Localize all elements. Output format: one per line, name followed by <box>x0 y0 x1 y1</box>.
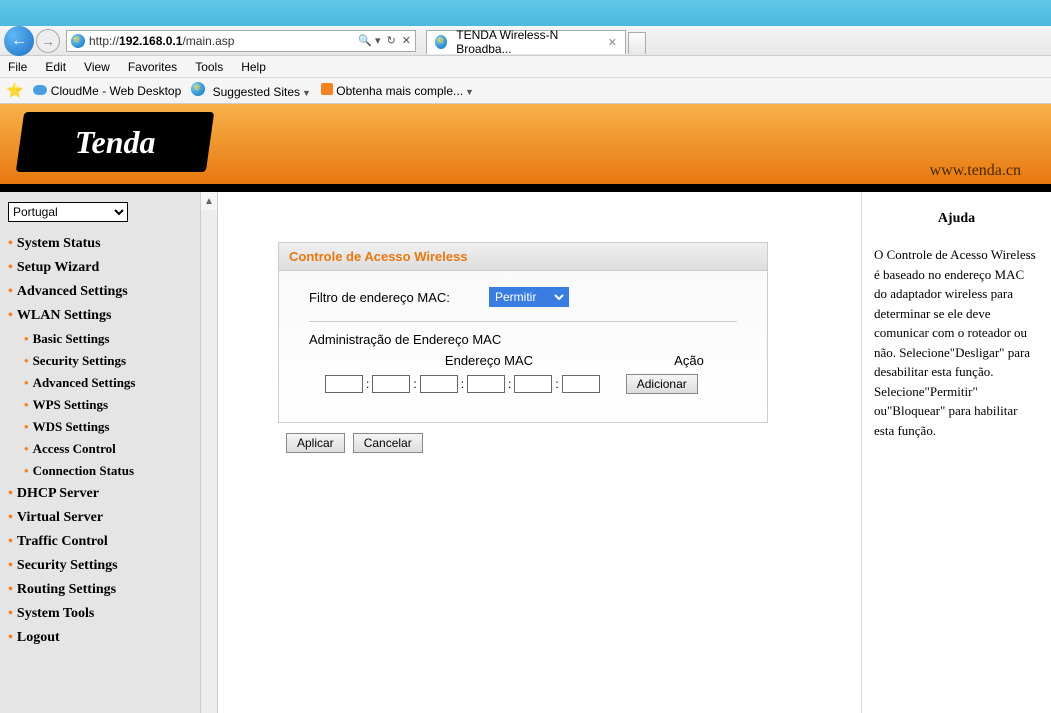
nav-logout[interactable]: Logout <box>8 626 192 650</box>
nav-security-settings-main[interactable]: Security Settings <box>8 554 192 578</box>
menu-edit[interactable]: Edit <box>45 60 66 74</box>
sidebar: Portugal System Status Setup Wizard Adva… <box>0 192 200 713</box>
header-separator <box>0 184 1051 192</box>
ie-icon <box>435 35 447 49</box>
address-bar[interactable]: http://192.168.0.1/main.asp 🔍 ▾ ↻ ✕ <box>66 30 416 52</box>
nav-basic-settings[interactable]: Basic Settings <box>24 328 192 350</box>
page-header: Tenda www.tenda.cn <box>0 104 1051 184</box>
nav-wds-settings[interactable]: WDS Settings <box>24 416 192 438</box>
language-select[interactable]: Portugal <box>8 202 128 222</box>
mac-octet-5[interactable] <box>514 375 552 393</box>
apply-button[interactable]: Aplicar <box>286 433 345 453</box>
mac-octet-6[interactable] <box>562 375 600 393</box>
help-body: O Controle de Acesso Wireless é baseado … <box>874 245 1039 440</box>
url-path: /main.asp <box>182 34 234 48</box>
tab-title: TENDA Wireless-N Broadba... <box>456 28 597 56</box>
tenda-logo: Tenda <box>16 112 214 172</box>
url-prefix: http:// <box>89 34 119 48</box>
nav-setup-wizard[interactable]: Setup Wizard <box>8 256 192 280</box>
col-action-header: Ação <box>639 353 739 368</box>
menu-help[interactable]: Help <box>241 60 266 74</box>
button-row: Aplicar Cancelar <box>278 433 801 453</box>
ie-icon <box>71 34 85 48</box>
mac-filter-select[interactable]: Permitir <box>489 287 569 307</box>
mac-octet-1[interactable] <box>325 375 363 393</box>
mac-filter-row: Filtro de endereço MAC: Permitir <box>309 287 737 307</box>
nav-wlan-submenu: Basic Settings Security Settings Advance… <box>8 328 192 482</box>
scroll-up-icon[interactable]: ▲ <box>201 192 217 210</box>
stop-icon[interactable]: ✕ <box>402 34 411 47</box>
help-panel: Ajuda O Controle de Acesso Wireless é ba… <box>861 192 1051 713</box>
mac-table-header: Endereço MAC Ação <box>309 353 737 368</box>
fav-obtenha[interactable]: Obtenha mais comple...▼ <box>321 83 474 98</box>
nav-advanced-settings-sub[interactable]: Advanced Settings <box>24 372 192 394</box>
add-button[interactable]: Adicionar <box>626 374 698 394</box>
nav-list: System Status Setup Wizard Advanced Sett… <box>8 232 192 650</box>
fav-suggested[interactable]: Suggested Sites▼ <box>191 82 311 99</box>
url-host: 192.168.0.1 <box>119 34 182 48</box>
menubar: File Edit View Favorites Tools Help <box>0 56 1051 78</box>
cancel-button[interactable]: Cancelar <box>353 433 423 453</box>
nav-wlan-settings[interactable]: WLAN Settings <box>8 304 192 328</box>
menu-favorites[interactable]: Favorites <box>128 60 177 74</box>
nav-connection-status[interactable]: Connection Status <box>24 460 192 482</box>
menu-tools[interactable]: Tools <box>195 60 223 74</box>
nav-access-control[interactable]: Access Control <box>24 438 192 460</box>
cloud-icon <box>33 85 47 95</box>
tab-strip: TENDA Wireless-N Broadba... ✕ <box>426 28 646 54</box>
col-mac-header: Endereço MAC <box>369 353 609 368</box>
back-button[interactable]: ← <box>4 26 34 56</box>
sidebar-scrollbar[interactable]: ▲ <box>200 192 218 713</box>
menu-view[interactable]: View <box>84 60 110 74</box>
browser-navbar: ← → http://192.168.0.1/main.asp 🔍 ▾ ↻ ✕ … <box>0 26 1051 56</box>
close-tab-icon[interactable]: ✕ <box>608 36 617 49</box>
ie-icon <box>191 82 205 96</box>
window-titlebar <box>0 0 1051 26</box>
new-tab-button[interactable] <box>628 32 646 54</box>
access-control-panel: Controle de Acesso Wireless Filtro de en… <box>278 242 768 423</box>
mac-octet-2[interactable] <box>372 375 410 393</box>
mac-octet-4[interactable] <box>467 375 505 393</box>
scroll-track[interactable] <box>201 210 217 713</box>
mac-admin-title: Administração de Endereço MAC <box>309 332 737 347</box>
nav-virtual-server[interactable]: Virtual Server <box>8 506 192 530</box>
mac-table: Endereço MAC Ação : : : : : Adicionar <box>309 353 737 406</box>
nav-wps-settings[interactable]: WPS Settings <box>24 394 192 416</box>
search-dropdown-icon[interactable]: 🔍 ▾ <box>358 34 380 47</box>
help-title: Ajuda <box>874 208 1039 229</box>
divider <box>309 321 737 322</box>
refresh-icon[interactable]: ↻ <box>387 34 396 47</box>
mac-input-row: : : : : : Adicionar <box>309 372 737 406</box>
nav-advanced-settings[interactable]: Advanced Settings <box>8 280 192 304</box>
panel-title: Controle de Acesso Wireless <box>279 243 767 271</box>
nav-dhcp-server[interactable]: DHCP Server <box>8 482 192 506</box>
page-content: Tenda www.tenda.cn Portugal System Statu… <box>0 104 1051 713</box>
menu-file[interactable]: File <box>8 60 27 74</box>
add-favorite-icon[interactable]: ⭐ <box>6 82 23 99</box>
rss-icon <box>321 83 333 95</box>
mac-octet-3[interactable] <box>420 375 458 393</box>
nav-traffic-control[interactable]: Traffic Control <box>8 530 192 554</box>
forward-button[interactable]: → <box>36 29 60 53</box>
nav-security-settings[interactable]: Security Settings <box>24 350 192 372</box>
favorites-bar: ⭐ CloudMe - Web Desktop Suggested Sites▼… <box>0 78 1051 104</box>
chevron-down-icon: ▼ <box>465 87 474 97</box>
chevron-down-icon: ▼ <box>302 88 311 98</box>
nav-system-status[interactable]: System Status <box>8 232 192 256</box>
mac-filter-label: Filtro de endereço MAC: <box>309 290 469 305</box>
main-panel: Controle de Acesso Wireless Filtro de en… <box>218 192 861 713</box>
nav-routing-settings[interactable]: Routing Settings <box>8 578 192 602</box>
tab-active[interactable]: TENDA Wireless-N Broadba... ✕ <box>426 30 626 54</box>
content-row: Portugal System Status Setup Wizard Adva… <box>0 192 1051 713</box>
nav-system-tools[interactable]: System Tools <box>8 602 192 626</box>
fav-cloudme[interactable]: CloudMe - Web Desktop <box>33 84 181 98</box>
header-url: www.tenda.cn <box>930 162 1021 180</box>
